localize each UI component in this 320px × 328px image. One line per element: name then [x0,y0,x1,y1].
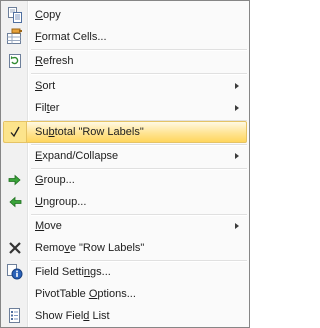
menu-item-label: Remove "Row Labels" [35,242,145,254]
menu-item-subtotal[interactable]: Subtotal "Row Labels" [3,121,247,143]
menu-item-expand-collapse[interactable]: Expand/Collapse [3,145,247,167]
menu-item-label: Sort [35,80,56,92]
menu-item-label: Subtotal "Row Labels" [35,126,144,138]
menu-item-label: Filter [35,102,60,114]
menu-item-format-cells[interactable]: Format Cells... [3,26,247,48]
remove-x-icon [6,239,24,257]
menu-item-refresh[interactable]: Refresh [3,50,247,72]
menu-item-move[interactable]: Move [3,215,247,237]
menu-item-ungroup[interactable]: Ungroup... [3,191,247,213]
checkmark-icon [6,123,24,141]
menu-item-pivottable-options[interactable]: PivotTable Options... [3,283,247,305]
menu-item-sort[interactable]: Sort [3,75,247,97]
menu-item-label: Copy [35,9,61,21]
refresh-icon [6,52,24,70]
field-list-icon [6,307,24,325]
menu-item-filter[interactable]: Filter [3,97,247,119]
ungroup-arrow-icon [6,193,24,211]
submenu-arrow-icon [235,153,239,159]
menu-item-copy[interactable]: Copy [3,4,247,26]
submenu-arrow-icon [235,83,239,89]
menu-item-label: Field Settings... [35,266,111,278]
format-cells-icon [6,28,24,46]
menu-item-label: PivotTable Options... [35,288,136,300]
menu-item-group[interactable]: Group... [3,169,247,191]
group-arrow-icon [6,171,24,189]
submenu-arrow-icon [235,105,239,111]
menu-item-label: Expand/Collapse [35,150,119,162]
menu-item-show-field-list[interactable]: Show Field List [3,305,247,327]
copy-icon [6,6,24,24]
menu-item-remove[interactable]: Remove "Row Labels" [3,237,247,259]
menu-item-label: Format Cells... [35,31,107,43]
submenu-arrow-icon [235,223,239,229]
pivottable-context-menu: Copy Format Cells... Refresh Sort Filter… [0,0,250,328]
menu-item-label: Refresh [35,55,74,67]
menu-item-field-settings[interactable]: Field Settings... [3,261,247,283]
menu-item-label: Group... [35,174,75,186]
menu-item-label: Show Field List [35,310,110,322]
menu-item-label: Move [35,220,62,232]
field-settings-icon [6,263,24,281]
menu-item-label: Ungroup... [35,196,87,208]
